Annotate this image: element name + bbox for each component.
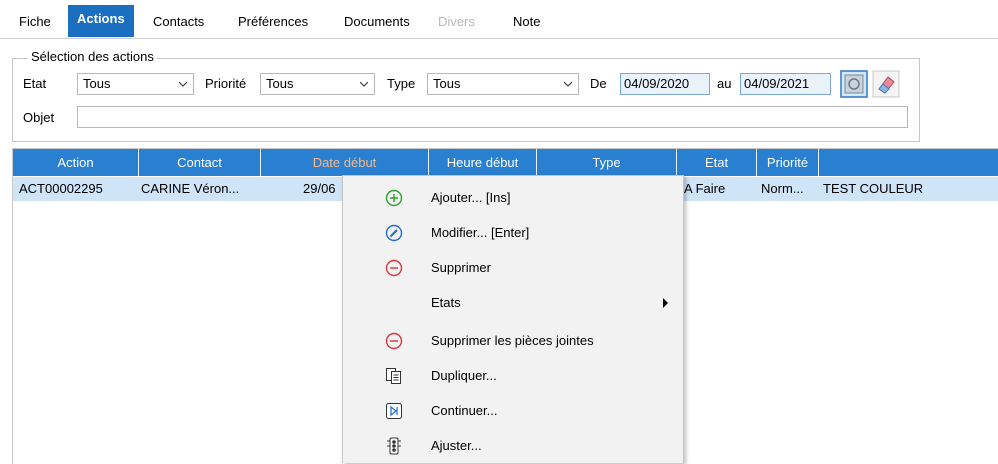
etat-select[interactable]: Tous <box>77 73 194 95</box>
menu-item-label: Supprimer les pièces jointes <box>431 333 594 348</box>
remove-circle-icon <box>385 259 403 277</box>
menu-item-supprimer-pieces-jointes[interactable]: Supprimer les pièces jointes <box>343 324 683 358</box>
col-priorite[interactable]: Priorité <box>757 149 819 176</box>
menu-item-label: Supprimer <box>431 260 491 275</box>
cell-objet: TEST COULEUR <box>823 181 924 196</box>
col-etat[interactable]: Etat <box>677 149 757 176</box>
eraser-icon <box>872 70 900 98</box>
chevron-down-icon <box>564 81 572 87</box>
priorite-select[interactable]: Tous <box>260 73 375 95</box>
selection-groupbox <box>12 58 920 142</box>
menu-item-supprimer[interactable]: Supprimer <box>343 251 683 285</box>
continue-step-icon <box>386 403 402 419</box>
cell-contact: CARINE Véron... <box>141 181 240 196</box>
tab-bar: Fiche Actions Contacts Préférences Docum… <box>0 0 998 39</box>
tab-preferences[interactable]: Préférences <box>232 11 314 33</box>
eraser-button[interactable] <box>872 70 900 98</box>
add-circle-icon <box>385 189 403 207</box>
tab-fiche[interactable]: Fiche <box>13 11 57 33</box>
cell-etat: A Faire <box>684 181 726 196</box>
menu-item-label: Continuer... <box>431 403 498 418</box>
date-from-field[interactable]: 04/09/2020 <box>620 73 710 95</box>
refresh-icon <box>840 70 868 98</box>
etat-label: Etat <box>23 76 47 91</box>
priorite-label: Priorité <box>205 76 247 91</box>
col-type[interactable]: Type <box>537 149 677 176</box>
type-label: Type <box>387 76 416 91</box>
refresh-button[interactable] <box>840 70 868 98</box>
edit-pencil-circle-icon <box>385 224 403 242</box>
menu-item-continuer[interactable]: Continuer... <box>343 394 683 428</box>
submenu-arrow-icon <box>663 298 668 308</box>
menu-item-ajouter[interactable]: Ajouter... [Ins] <box>343 181 683 215</box>
menu-item-label: Ajuster... <box>431 438 482 453</box>
adjust-traffic-light-icon <box>387 437 401 455</box>
chevron-down-icon <box>360 81 368 87</box>
type-value: Tous <box>433 76 461 91</box>
context-menu: Ajouter... [Ins] Modifier... [Enter] Sup… <box>342 175 684 463</box>
menu-item-label: Ajouter... [Ins] <box>431 190 511 205</box>
menu-item-dupliquer[interactable]: Dupliquer... <box>343 359 683 393</box>
de-label: De <box>590 76 607 91</box>
duplicate-document-icon <box>386 368 401 384</box>
cell-date-debut: 29/06 <box>303 181 336 196</box>
cell-action: ACT00002295 <box>19 181 103 196</box>
objet-field[interactable] <box>77 106 908 128</box>
etat-value: Tous <box>83 76 111 91</box>
col-action[interactable]: Action <box>13 149 139 176</box>
menu-item-ajuster[interactable]: Ajuster... <box>343 429 683 463</box>
col-objet[interactable] <box>819 149 998 176</box>
tab-documents[interactable]: Documents <box>338 11 416 33</box>
grid-header: Action Contact Date début Heure début Ty… <box>13 149 998 176</box>
tab-actions[interactable]: Actions <box>68 5 134 37</box>
tab-contacts[interactable]: Contacts <box>147 11 210 33</box>
chevron-down-icon <box>179 81 187 87</box>
au-label: au <box>717 76 732 91</box>
type-select[interactable]: Tous <box>427 73 579 95</box>
col-date-debut[interactable]: Date début <box>261 149 429 176</box>
menu-item-modifier[interactable]: Modifier... [Enter] <box>343 216 683 250</box>
menu-item-etats[interactable]: Etats <box>343 286 683 320</box>
tab-divers: Divers <box>438 14 475 29</box>
selection-legend: Sélection des actions <box>28 49 157 64</box>
col-contact[interactable]: Contact <box>139 149 261 176</box>
date-to-field[interactable]: 04/09/2021 <box>740 73 831 95</box>
cell-priorite: Norm... <box>761 181 804 196</box>
priorite-value: Tous <box>266 76 294 91</box>
menu-item-label: Modifier... [Enter] <box>431 225 530 240</box>
col-heure-debut[interactable]: Heure début <box>429 149 537 176</box>
objet-label: Objet <box>23 110 55 125</box>
menu-item-label: Dupliquer... <box>431 368 497 383</box>
menu-item-label: Etats <box>431 295 461 310</box>
tab-note[interactable]: Note <box>507 11 546 33</box>
remove-circle-icon <box>385 332 403 350</box>
